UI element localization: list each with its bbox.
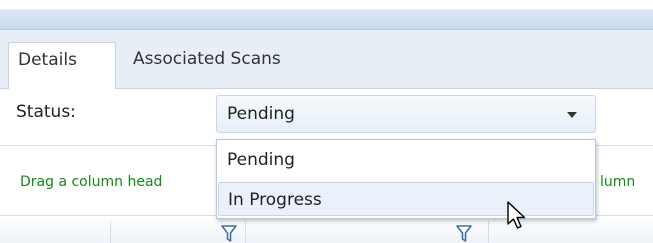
status-selected-value: Pending — [227, 104, 295, 124]
status-editor-panel: Details Associated Scans Status: Pending… — [0, 0, 653, 243]
mouse-pointer-icon — [507, 201, 526, 229]
filter-icon[interactable] — [221, 225, 237, 243]
status-option-pending[interactable]: Pending — [218, 143, 594, 177]
group-hint-text-right: lumn — [600, 174, 636, 190]
grid-header-divider — [245, 221, 246, 243]
grid-header-row — [0, 215, 653, 243]
chevron-down-icon[interactable] — [567, 112, 577, 118]
tab-details[interactable]: Details — [8, 42, 116, 89]
panel-header-strip — [0, 0, 653, 30]
status-option-in-progress[interactable]: In Progress — [218, 182, 594, 216]
grid-header-divider — [110, 221, 111, 243]
group-hint-text-left: Drag a column head — [20, 174, 163, 190]
status-label: Status: — [16, 102, 76, 122]
tab-associated-scans[interactable]: Associated Scans — [124, 42, 344, 76]
grid-header-divider — [488, 221, 489, 243]
filter-icon[interactable] — [456, 225, 472, 243]
status-select[interactable]: Pending — [216, 95, 596, 133]
status-dropdown-list: Pending In Progress — [216, 139, 596, 219]
